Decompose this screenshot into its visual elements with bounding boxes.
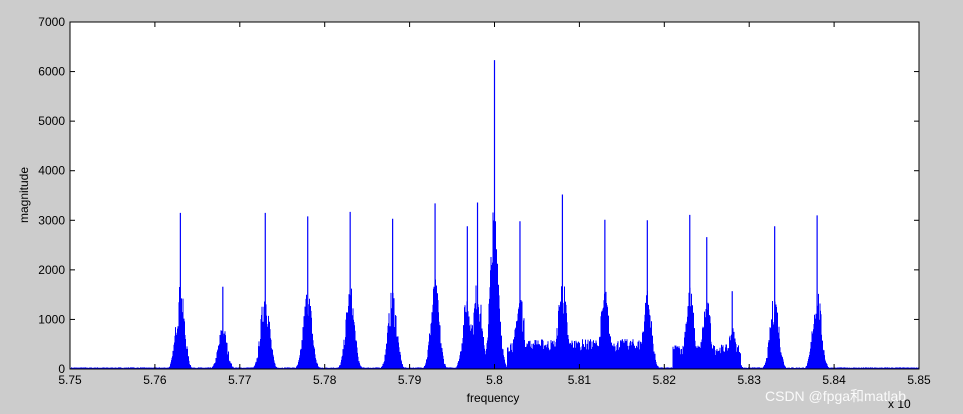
x-tick-label: 5.83	[738, 373, 762, 387]
y-tick-label: 4000	[38, 164, 65, 178]
y-tick-label: 1000	[38, 312, 65, 326]
y-tick-label: 0	[58, 362, 65, 376]
x-axis-label: frequency	[467, 391, 520, 405]
y-tick-label: 7000	[38, 15, 65, 29]
watermark: CSDN @fpga和matlab	[765, 388, 906, 404]
x-tick-label: 5.84	[822, 373, 846, 387]
x-tick-label: 5.79	[398, 373, 422, 387]
x-tick-label: 5.85	[907, 373, 931, 387]
y-tick-label: 6000	[38, 65, 65, 79]
y-tick-label: 2000	[38, 263, 65, 277]
x-tick-label: 5.78	[313, 373, 337, 387]
x-tick-label: 5.82	[653, 373, 677, 387]
x-tick-label: 5.8	[486, 373, 503, 387]
y-tick-label: 5000	[38, 114, 65, 128]
chart: 5.75 5.76 5.77 5.78 5.79 5.8 5.81 5.82 5.83 5.84 5…	[17, 15, 931, 411]
y-tick-label: 3000	[38, 213, 65, 227]
x-tick-label: 5.77	[228, 373, 252, 387]
x-tick-label: 5.81	[568, 373, 592, 387]
x-tick-label: 5.76	[143, 373, 167, 387]
y-axis-label: magnitude	[17, 167, 31, 223]
